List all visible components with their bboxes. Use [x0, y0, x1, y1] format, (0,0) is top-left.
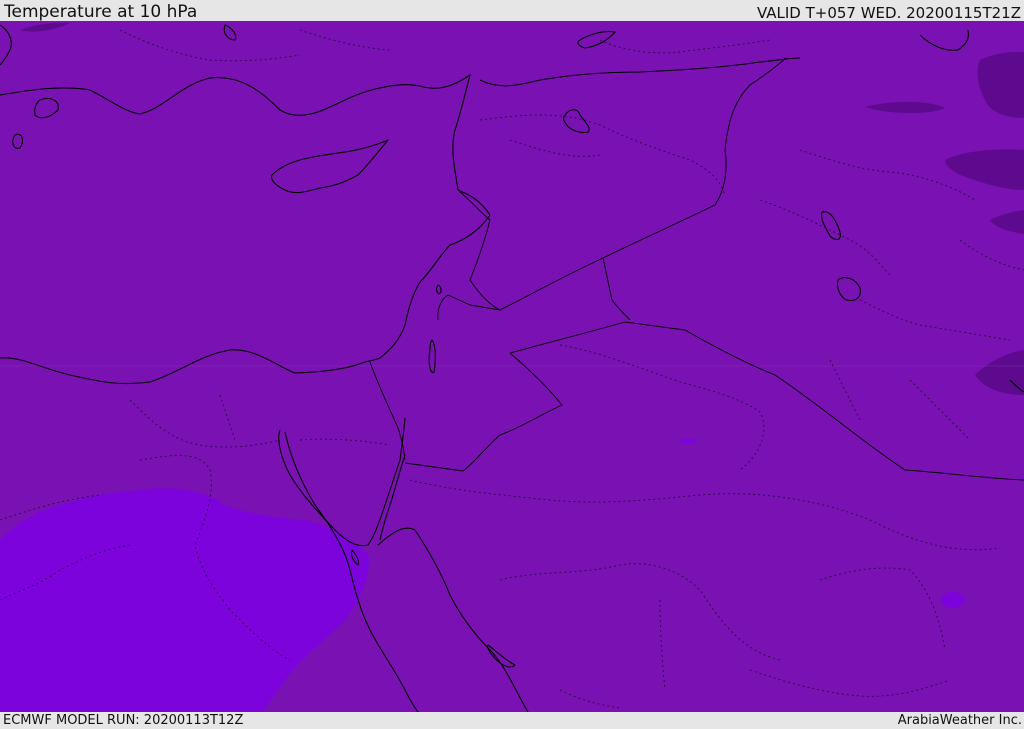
header-bar: Temperature at 10 hPa VALID T+057 WED. 2… [0, 0, 1024, 21]
valid-time-label: VALID T+057 WED. 20200115T21Z [756, 4, 1021, 22]
credit-label: ArabiaWeather Inc. [897, 713, 1022, 728]
warm-spot-2 [680, 438, 696, 444]
model-run-label: ECMWF MODEL RUN: 20200113T12Z [3, 713, 244, 728]
map-title: Temperature at 10 hPa [4, 2, 198, 22]
warm-spot-1 [941, 592, 965, 608]
weather-map[interactable] [0, 21, 1024, 712]
footer-bar: ECMWF MODEL RUN: 20200113T12Z ArabiaWeat… [0, 712, 1024, 729]
